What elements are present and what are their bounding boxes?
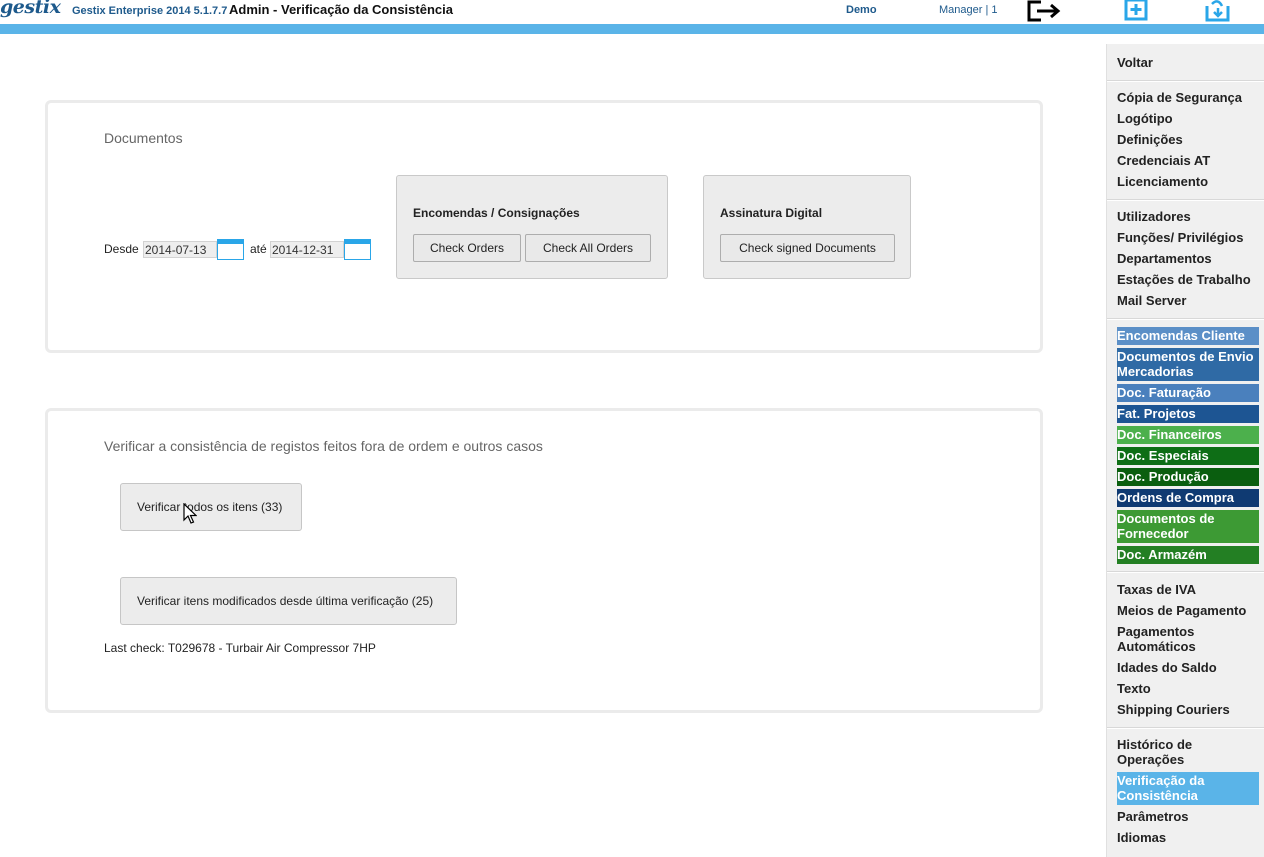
sidebar-item-balance-ages[interactable]: Idades do Saldo bbox=[1117, 660, 1259, 675]
verify-all-button[interactable]: Verificar todos os itens (33) bbox=[120, 483, 302, 531]
company-link[interactable]: Demo bbox=[846, 4, 877, 16]
app-version: Gestix Enterprise 2014 5.1.7.7 bbox=[72, 5, 228, 17]
sidebar-divider bbox=[1107, 727, 1264, 729]
consistency-panel-title: Verificar a consistência de registos fei… bbox=[104, 438, 543, 454]
sidebar-item-workstations[interactable]: Estações de Trabalho bbox=[1117, 272, 1259, 287]
sidebar-item-mail-server[interactable]: Mail Server bbox=[1117, 293, 1259, 308]
orders-group-title: Encomendas / Consignações bbox=[413, 206, 580, 220]
from-date-label: Desde bbox=[104, 242, 139, 256]
top-header: gestix Gestix Enterprise 2014 5.1.7.7 Ad… bbox=[0, 0, 1264, 24]
sidebar-item-parameters[interactable]: Parâmetros bbox=[1117, 809, 1259, 824]
sidebar-divider bbox=[1107, 80, 1264, 82]
page-title: Admin - Verificação da Consistência bbox=[229, 2, 453, 17]
verify-modified-button[interactable]: Verificar itens modificados desde última… bbox=[120, 577, 457, 625]
sidebar-item-special-docs[interactable]: Doc. Especiais bbox=[1117, 447, 1259, 465]
logout-icon[interactable] bbox=[1027, 0, 1061, 22]
sidebar-item-shipping-couriers[interactable]: Shipping Couriers bbox=[1117, 702, 1259, 717]
sidebar-divider bbox=[1107, 199, 1264, 201]
last-check-text: Last check: T029678 - Turbair Air Compre… bbox=[104, 641, 376, 655]
sidebar-item-financial-docs[interactable]: Doc. Financeiros bbox=[1117, 426, 1259, 444]
sidebar-item-payment-methods[interactable]: Meios de Pagamento bbox=[1117, 603, 1259, 618]
sidebar-item-vat-rates[interactable]: Taxas de IVA bbox=[1117, 582, 1259, 597]
sidebar-item-production-docs[interactable]: Doc. Produção bbox=[1117, 468, 1259, 486]
app-logo[interactable]: gestix bbox=[0, 0, 61, 18]
documents-panel: Documentos Desde até Encomendas / Consig… bbox=[45, 100, 1043, 353]
sidebar-item-backup[interactable]: Cópia de Segurança bbox=[1117, 90, 1259, 105]
digital-signature-title: Assinatura Digital bbox=[720, 206, 823, 220]
sidebar-item-users[interactable]: Utilizadores bbox=[1117, 209, 1259, 224]
header-accent-bar bbox=[0, 24, 1264, 34]
sidebar-item-departments[interactable]: Departamentos bbox=[1117, 251, 1259, 266]
sidebar-item-operations-history[interactable]: Histórico de Operações bbox=[1117, 737, 1259, 767]
documents-panel-title: Documentos bbox=[104, 130, 183, 146]
check-all-orders-button[interactable]: Check All Orders bbox=[525, 234, 651, 262]
sidebar-divider bbox=[1107, 318, 1264, 320]
digital-signature-group: Assinatura Digital Check signed Document… bbox=[703, 175, 911, 279]
to-date-input[interactable] bbox=[270, 241, 344, 258]
sync-icon[interactable] bbox=[1204, 0, 1236, 22]
mouse-cursor-icon bbox=[183, 502, 198, 530]
sidebar-item-warehouse-docs[interactable]: Doc. Armazém bbox=[1117, 546, 1259, 564]
sidebar-back-link[interactable]: Voltar bbox=[1117, 55, 1259, 70]
sidebar-item-settings[interactable]: Definições bbox=[1117, 132, 1259, 147]
sidebar-item-roles[interactable]: Funções/ Privilégios bbox=[1117, 230, 1259, 245]
check-signed-documents-button[interactable]: Check signed Documents bbox=[720, 234, 895, 262]
to-date-label: até bbox=[250, 242, 267, 256]
sidebar-divider bbox=[1107, 571, 1264, 573]
sidebar-item-project-invoicing[interactable]: Fat. Projetos bbox=[1117, 405, 1259, 423]
consistency-panel: Verificar a consistência de registos fei… bbox=[45, 408, 1043, 713]
sidebar-item-text[interactable]: Texto bbox=[1117, 681, 1259, 696]
sidebar-item-languages[interactable]: Idiomas bbox=[1117, 830, 1259, 845]
admin-sidebar: Voltar Cópia de Segurança Logótipo Defin… bbox=[1106, 44, 1264, 857]
orders-group: Encomendas / Consignações Check Orders C… bbox=[396, 175, 668, 279]
sidebar-item-at-credentials[interactable]: Credenciais AT bbox=[1117, 153, 1259, 168]
user-link[interactable]: Manager | 1 bbox=[939, 4, 998, 16]
sidebar-item-consistency-check-active[interactable]: Verificação da Consistência bbox=[1117, 772, 1259, 805]
check-orders-button[interactable]: Check Orders bbox=[413, 234, 521, 262]
sidebar-item-purchase-orders[interactable]: Ordens de Compra bbox=[1117, 489, 1259, 507]
from-date-input[interactable] bbox=[143, 241, 217, 258]
from-calendar-icon[interactable] bbox=[217, 239, 244, 260]
sidebar-item-licensing[interactable]: Licenciamento bbox=[1117, 174, 1259, 189]
sidebar-item-customer-orders[interactable]: Encomendas Cliente bbox=[1117, 327, 1259, 345]
new-window-icon[interactable] bbox=[1124, 0, 1156, 22]
sidebar-item-automatic-payments[interactable]: Pagamentos Automáticos bbox=[1117, 624, 1259, 654]
to-calendar-icon[interactable] bbox=[344, 239, 371, 260]
sidebar-item-invoicing-docs[interactable]: Doc. Faturação bbox=[1117, 384, 1259, 402]
sidebar-item-shipping-documents[interactable]: Documentos de Envio Mercadorias bbox=[1117, 348, 1259, 381]
sidebar-item-supplier-documents[interactable]: Documentos de Fornecedor bbox=[1117, 510, 1259, 543]
sidebar-item-logo[interactable]: Logótipo bbox=[1117, 111, 1259, 126]
